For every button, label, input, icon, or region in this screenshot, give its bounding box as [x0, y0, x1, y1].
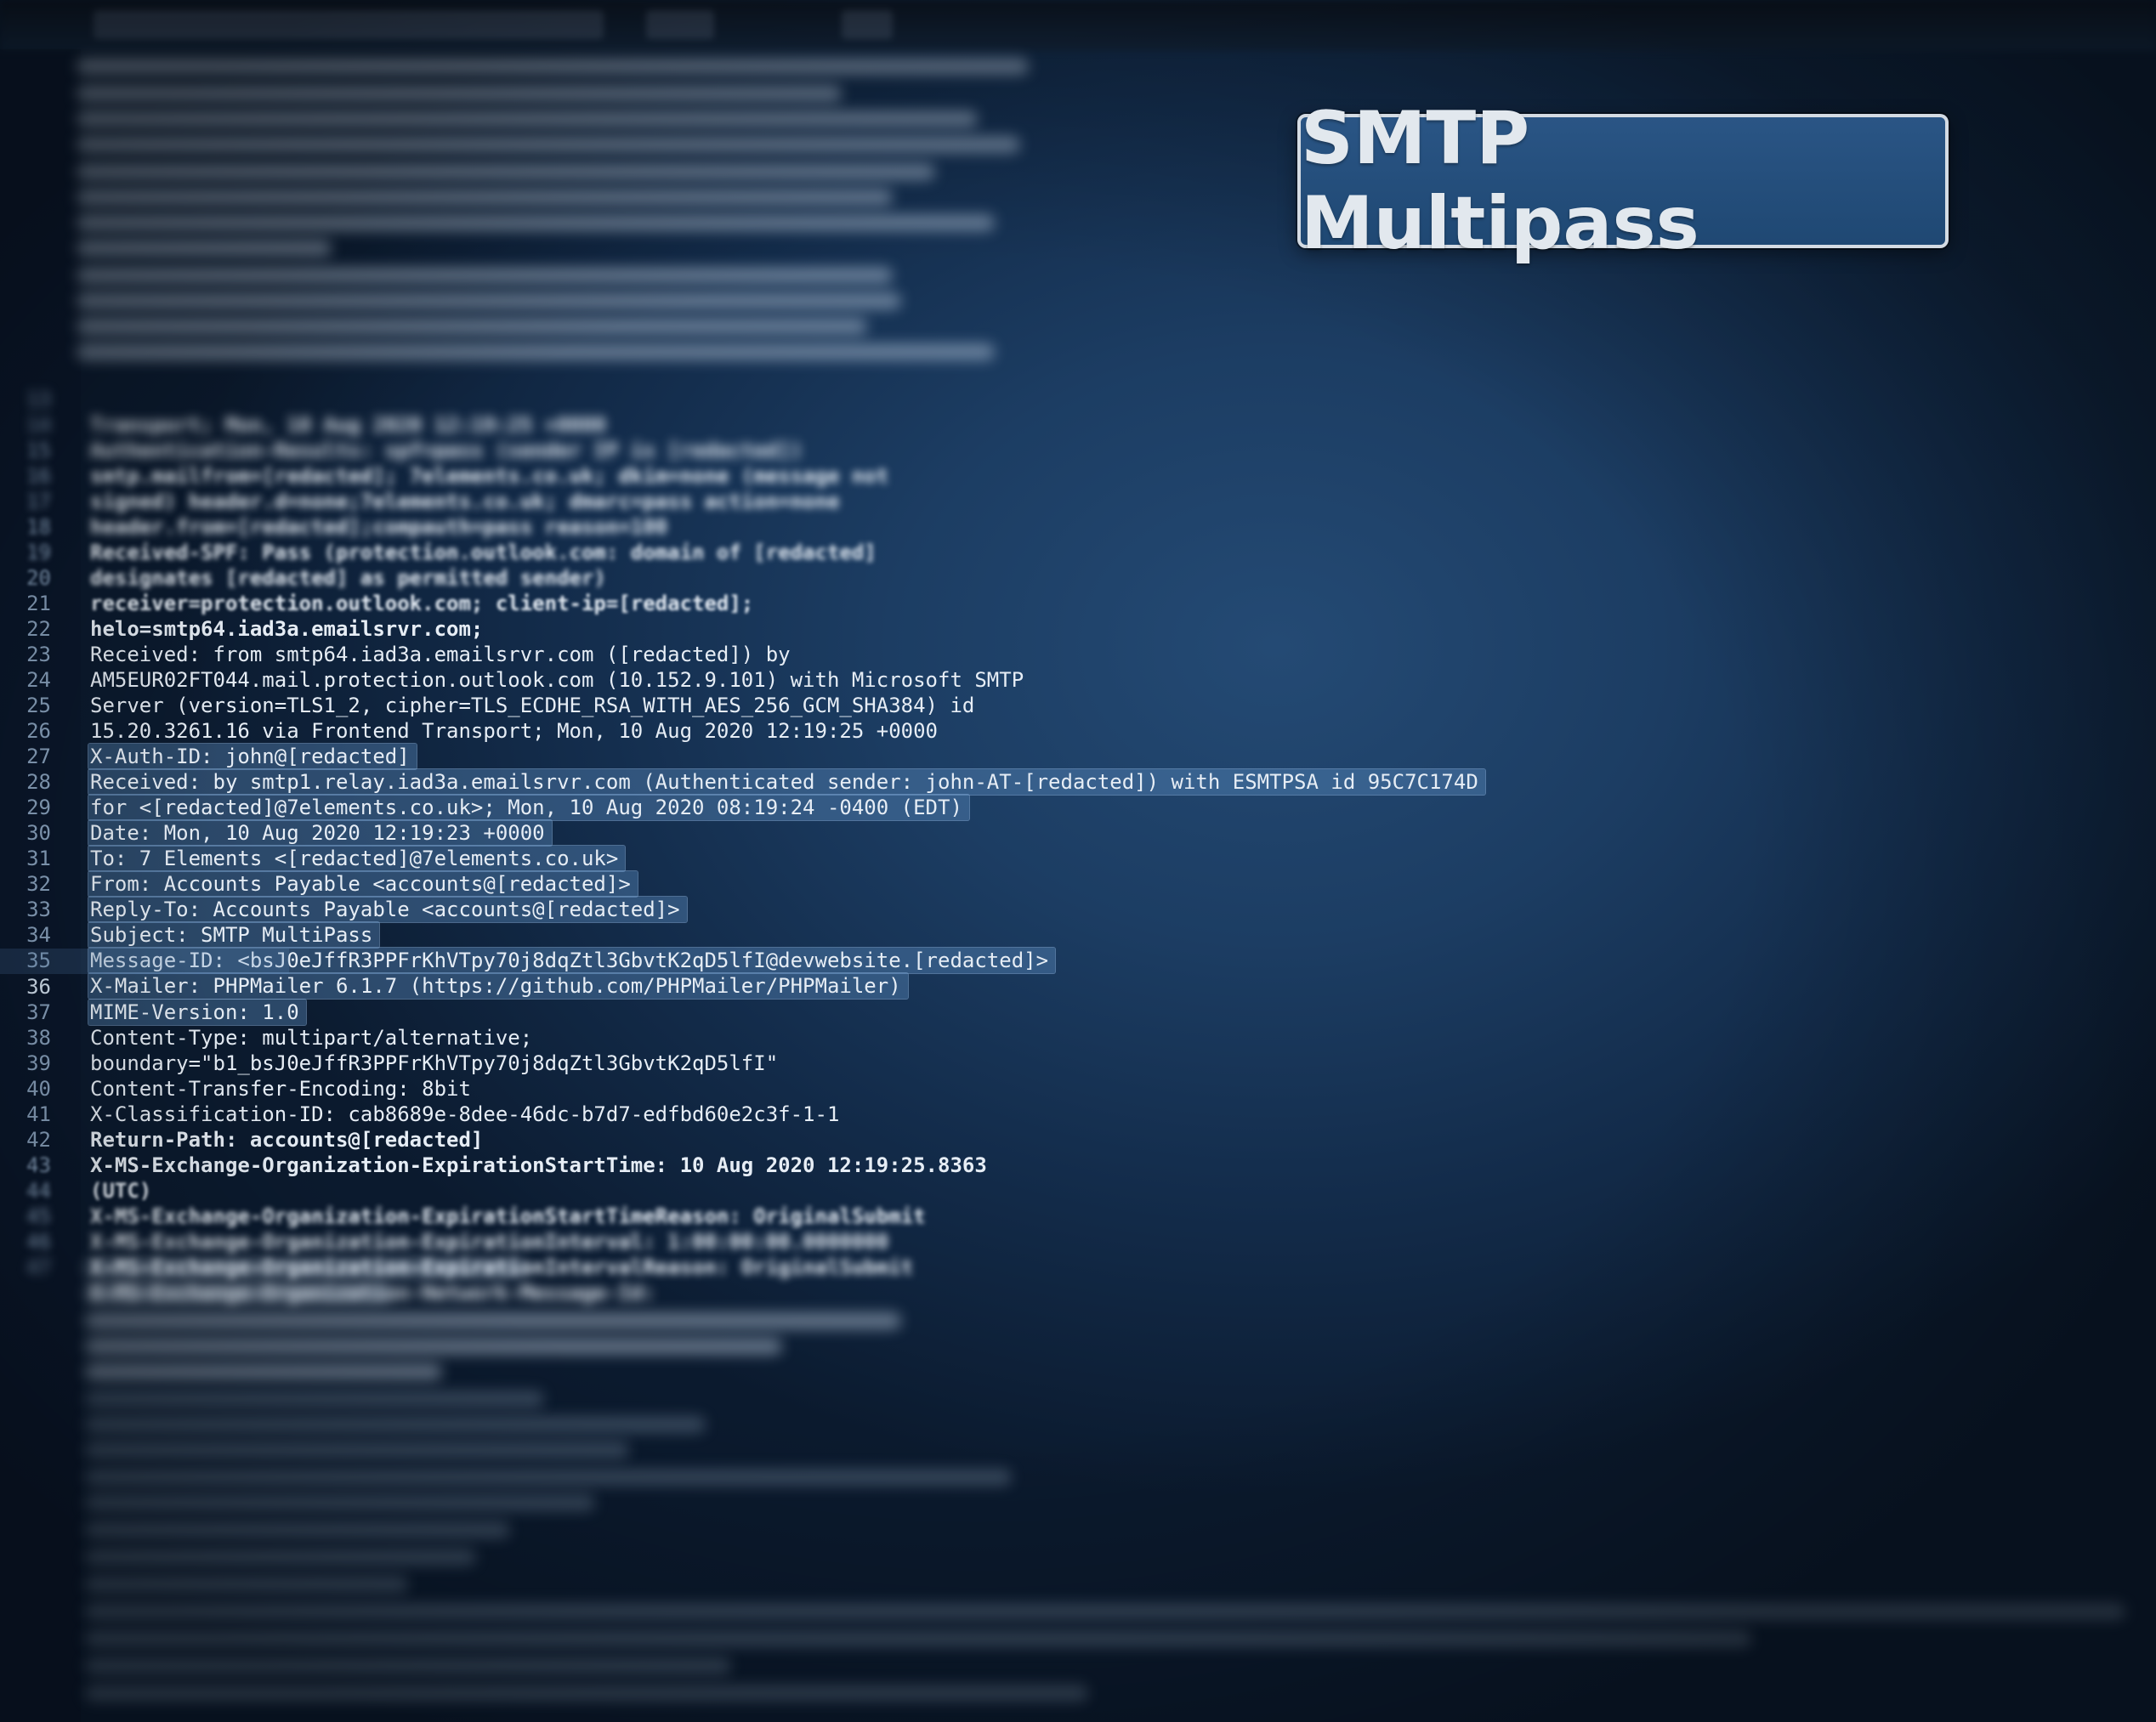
code-line: 24 Server (version=TLS1_2, cipher=TLS_EC… [0, 642, 2156, 717]
code-line: 13 Transport; Mon, 10 Aug 2020 12:19:25 … [0, 361, 2156, 437]
blurred-code-line [85, 1442, 629, 1459]
code-line: 14 Authentication-Results: spf=pass (sen… [0, 387, 2156, 462]
blurred-code-line [85, 1391, 544, 1408]
code-line: 16 signed) header.d=none;7elements.co.uk… [0, 438, 2156, 513]
blurred-code-line [85, 1549, 476, 1566]
code-line-selected: 30 To: 7 Elements <[redacted]@7elements.… [0, 795, 2156, 871]
code-line: 15 smtp.mailfrom=[redacted]; 7elements.c… [0, 412, 2156, 488]
code-line: 17 header.from=[redacted];compauth=pass … [0, 463, 2156, 539]
code-line-selected: 28 for <[redacted]@7elements.co.uk>; Mon… [0, 744, 2156, 820]
code-line: 43 (UTC) [0, 1127, 2156, 1203]
blurred-code-line [85, 1603, 2125, 1620]
code-line-selected: 31 From: Accounts Payable <accounts@[red… [0, 820, 2156, 897]
code-line: 21 helo=smtp64.iad3a.emailsrvr.com; [0, 565, 2156, 641]
code-line: 47 X-MS-Exchange-Organization-Network-Me… [0, 1229, 2156, 1305]
blurred-code-line [85, 1469, 1012, 1486]
title-badge: SMTP Multipass [1297, 96, 1949, 266]
code-line: 25 15.20.3261.16 via Frontend Transport;… [0, 667, 2156, 743]
code-line: 20 receiver=protection.outlook.com; clie… [0, 540, 2156, 615]
blurred-code-line [85, 1576, 408, 1593]
editor-window: 13 Transport; Mon, 10 Aug 2020 12:19:25 … [0, 0, 2156, 1722]
code-line: 22 Received: from smtp64.iad3a.emailsrvr… [0, 591, 2156, 666]
code-line: 44 X-MS-Exchange-Organization-Expiration… [0, 1153, 2156, 1228]
code-line: 19 designates [redacted] as permitted se… [0, 514, 2156, 590]
code-line-selected: 32 Reply-To: Accounts Payable <accounts@… [0, 846, 2156, 922]
blurred-code-line [85, 1494, 595, 1511]
blurred-code-line [85, 1416, 706, 1433]
code-line: 18 Received-SPF: Pass (protection.outloo… [0, 489, 2156, 564]
code-line: 45 X-MS-Exchange-Organization-Expiration… [0, 1178, 2156, 1254]
code-line-selected: 35 X-Mailer: PHPMailer 6.1.7 (https://gi… [0, 922, 2156, 999]
blurred-code-line [85, 1657, 731, 1674]
code-line-selected: 33 Subject: SMTP MultiPass [0, 871, 2156, 948]
code-line: 40 X-Classification-ID: cab8689e-8dee-46… [0, 1051, 2156, 1126]
code-line: 38 boundary="b1_bsJ0eJffR3PPFrKhVTpy70j8… [0, 1000, 2156, 1075]
code-line: 42 X-MS-Exchange-Organization-Expiration… [0, 1102, 2156, 1177]
blurred-code-line [85, 1521, 510, 1538]
code-line: 23 AM5EUR02FT044.mail.protection.outlook… [0, 616, 2156, 692]
code-line-selected: 29 Date: Mon, 10 Aug 2020 12:19:23 +0000 [0, 769, 2156, 846]
code-line-selected: 26 X-Auth-ID: john@[redacted] [0, 693, 2156, 769]
badge-title: SMTP Multipass [1301, 96, 1699, 266]
blurred-code-line [85, 1312, 901, 1329]
code-line: 46 X-MS-Exchange-Organization-Expiration… [0, 1204, 2156, 1279]
line-number: 47 [26, 1255, 51, 1279]
blurred-code-line [85, 1630, 1751, 1647]
code-line-selected: 27 Received: by smtp1.relay.iad3a.emails… [0, 718, 2156, 795]
code-line: 41 Return-Path: accounts@[redacted] [0, 1076, 2156, 1152]
blurred-code-line [85, 1363, 442, 1380]
blurred-code-line [85, 1338, 782, 1355]
code-line: 37 Content-Type: multipart/alternative; [0, 974, 2156, 1050]
code-line: 39 Content-Transfer-Encoding: 8bit [0, 1025, 2156, 1101]
code-line-current: 36 MIME-Version: 1.0 [0, 949, 2156, 1025]
blurred-code-line [85, 1285, 391, 1302]
blurred-code-line [85, 1685, 1088, 1702]
code-line-selected: 34 Message-ID: <bsJ0eJffR3PPFrKhVTpy70j8… [0, 897, 2156, 973]
blurred-code-line [85, 1260, 527, 1277]
